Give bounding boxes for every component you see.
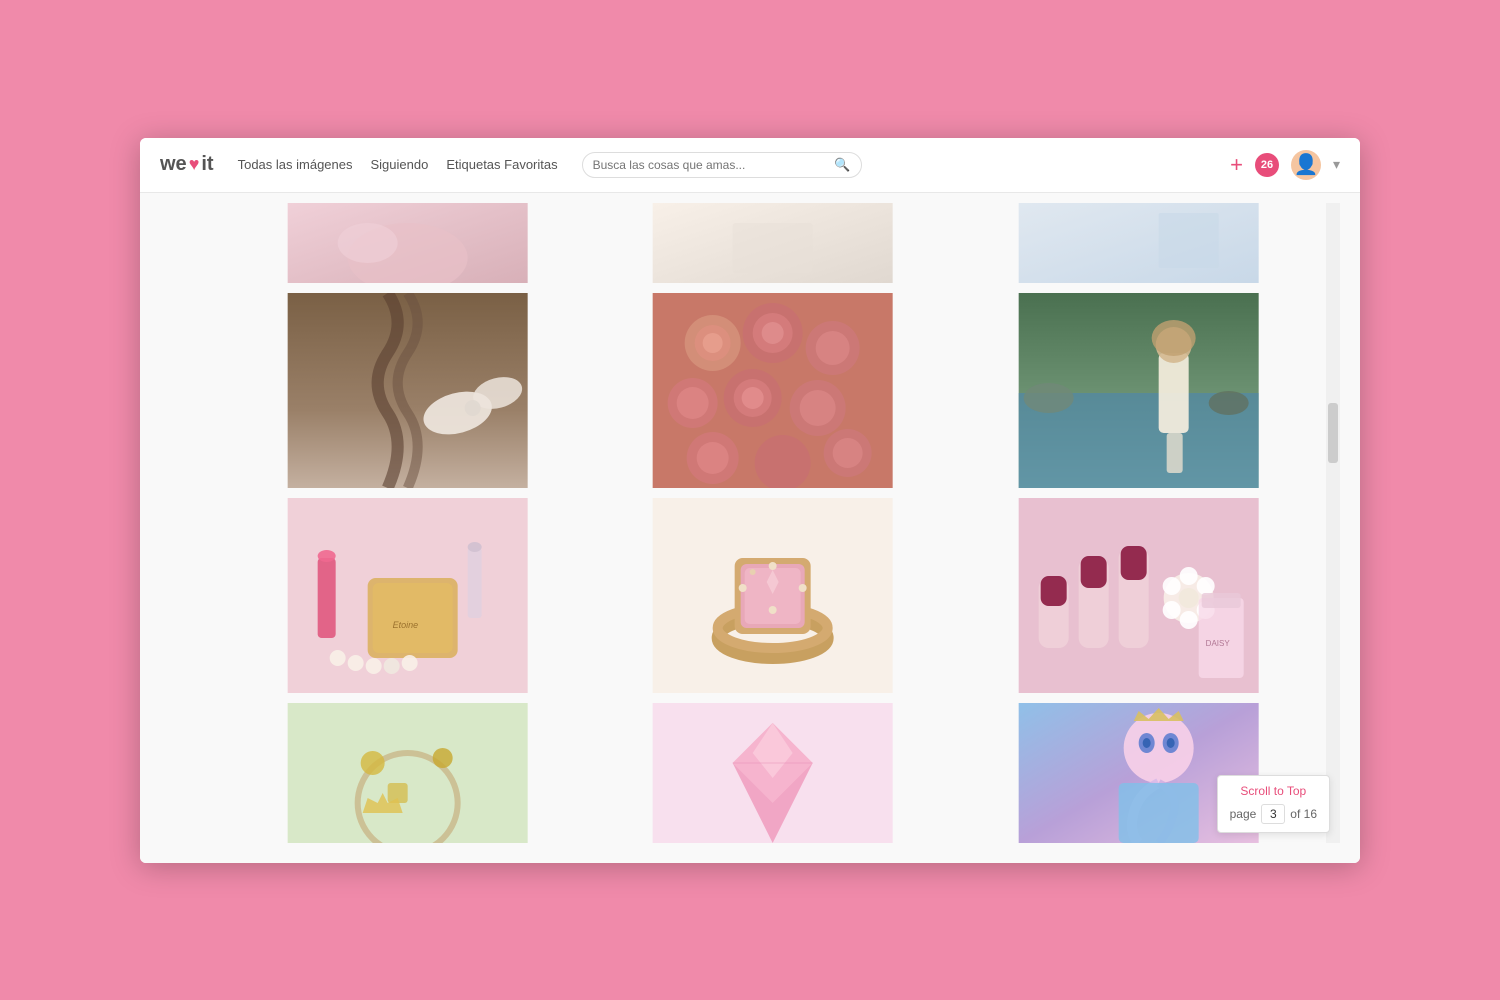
- svg-text:DAISY: DAISY: [1205, 639, 1230, 648]
- list-item[interactable]: [595, 703, 950, 843]
- scrollbar[interactable]: [1326, 203, 1340, 843]
- dropdown-button[interactable]: ▾: [1333, 156, 1340, 173]
- left-sidebar: [160, 203, 220, 843]
- svg-text:Etoine: Etoine: [393, 620, 419, 630]
- list-item[interactable]: [230, 293, 585, 488]
- logo: we ♥ it: [160, 153, 214, 176]
- notification-badge[interactable]: 26: [1255, 153, 1279, 177]
- scrollbar-thumb[interactable]: [1328, 403, 1338, 463]
- nav-right: + 26 👤 ▾: [1230, 150, 1340, 180]
- search-input[interactable]: [593, 158, 835, 172]
- logo-heart-icon: ♥: [189, 154, 200, 175]
- search-button[interactable]: 🔍: [834, 157, 850, 173]
- list-item[interactable]: [595, 203, 950, 283]
- scroll-to-top-box: Scroll to Top page 3 of 16: [1217, 775, 1330, 833]
- navbar: we ♥ it Todas las imágenes Siguiendo Eti…: [140, 138, 1360, 193]
- page-indicator: page 3 of 16: [1230, 804, 1317, 824]
- list-item[interactable]: [961, 203, 1316, 283]
- list-item[interactable]: DAISY: [961, 498, 1316, 693]
- search-bar: 🔍: [582, 152, 862, 178]
- nav-all-images[interactable]: Todas las imágenes: [238, 157, 353, 172]
- nav-favorite-tags[interactable]: Etiquetas Favoritas: [446, 157, 557, 172]
- nav-following[interactable]: Siguiendo: [371, 157, 429, 172]
- list-item[interactable]: [595, 293, 950, 488]
- total-pages: of 16: [1290, 807, 1317, 821]
- logo-it: it: [201, 153, 213, 176]
- page-label: page: [1230, 807, 1257, 821]
- list-item[interactable]: [230, 203, 585, 283]
- nav-links: Todas las imágenes Siguiendo Etiquetas F…: [238, 157, 558, 172]
- list-item[interactable]: [230, 703, 585, 843]
- list-item[interactable]: [595, 498, 950, 693]
- current-page[interactable]: 3: [1261, 804, 1285, 824]
- avatar-icon: 👤: [1294, 152, 1319, 177]
- scroll-to-top-button[interactable]: Scroll to Top: [1230, 784, 1317, 798]
- list-item[interactable]: Etoine: [230, 498, 585, 693]
- main-content: Etoine: [140, 193, 1360, 863]
- list-item[interactable]: [961, 293, 1316, 488]
- logo-we: we: [160, 153, 187, 176]
- add-button[interactable]: +: [1230, 154, 1243, 176]
- image-grid: Etoine: [220, 203, 1326, 843]
- browser-window: we ♥ it Todas las imágenes Siguiendo Eti…: [140, 138, 1360, 863]
- avatar-button[interactable]: 👤: [1291, 150, 1321, 180]
